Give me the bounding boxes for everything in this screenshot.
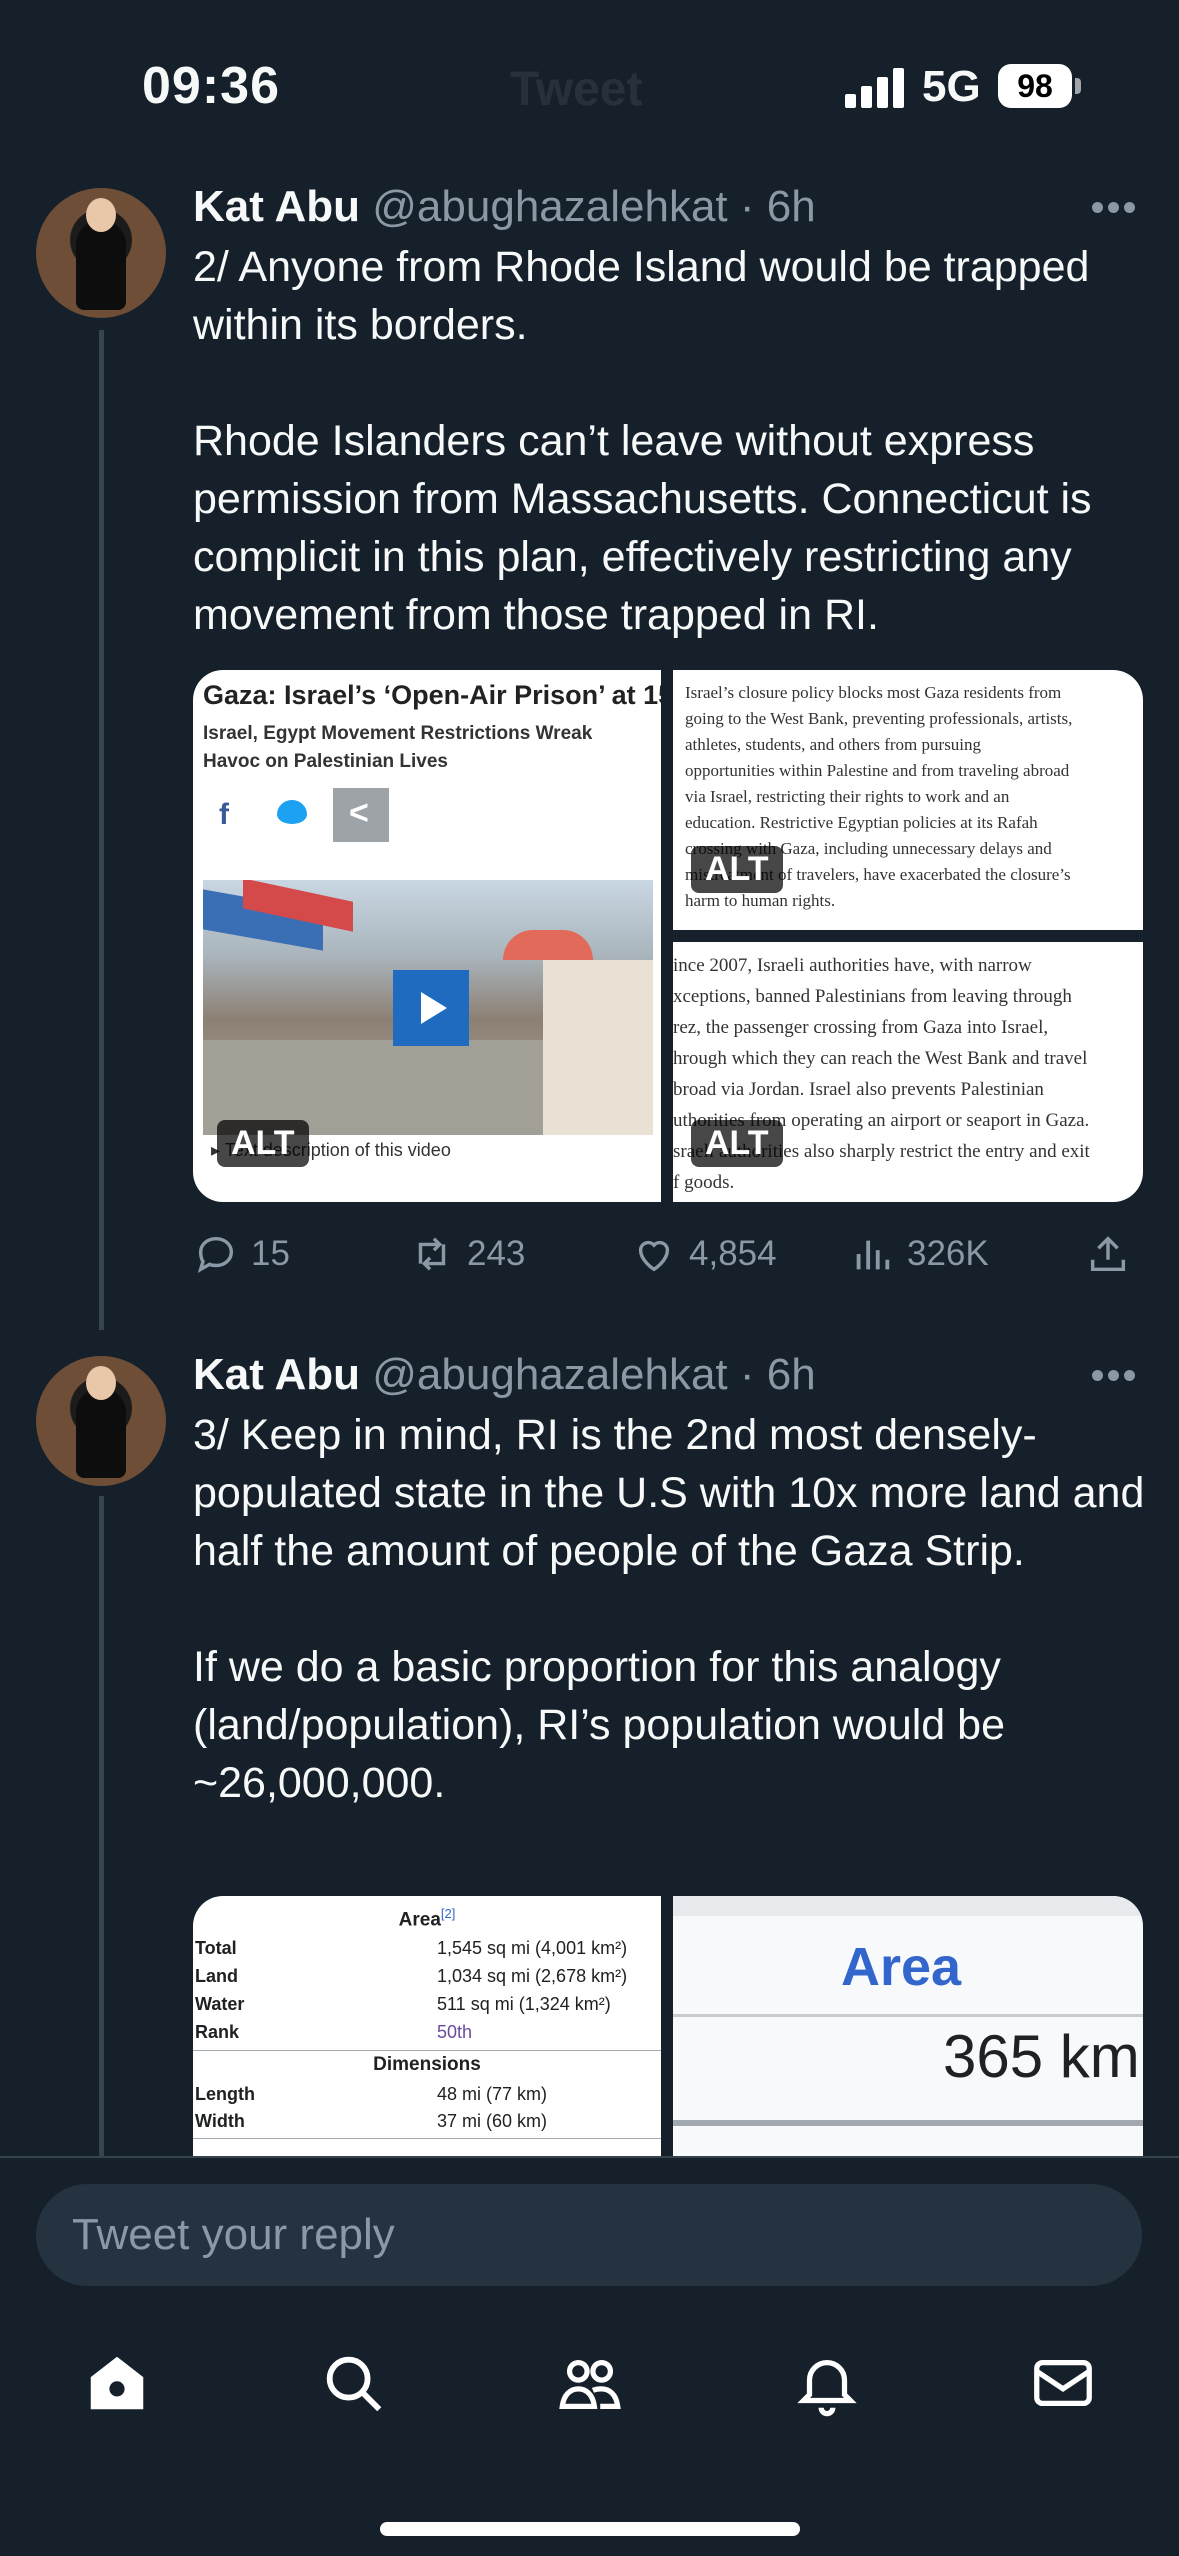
home-indicator[interactable]: [380, 2522, 800, 2536]
home-icon: [90, 2356, 144, 2410]
reply-icon: [197, 1236, 234, 1273]
alt-badge[interactable]: ALT: [217, 1120, 309, 1167]
twitter-bird-icon: [277, 800, 307, 824]
tweet-actions: 15 243 4,854 326K: [193, 1224, 1143, 1284]
tab-search[interactable]: [318, 2348, 388, 2418]
messages-icon: [1034, 2359, 1092, 2407]
article-subtitle: Israel, Egypt Movement Restrictions Wrea…: [203, 723, 593, 772]
media-excerpt-1[interactable]: Israel’s closure policy blocks most Gaza…: [673, 670, 1143, 930]
area-heading: Area: [841, 1937, 962, 1997]
area-value: 365 km: [943, 2023, 1140, 2090]
notifications-icon: [797, 2359, 857, 2417]
share-icon: [333, 788, 389, 842]
more-options-icon[interactable]: [1092, 202, 1136, 216]
tweet-media-grid[interactable]: Gaza: Israel’s ‘Open-Air Prison’ at 15 I…: [193, 670, 1143, 1202]
tweet-text: 3/ Keep in mind, RI is the 2nd most dens…: [193, 1411, 1145, 1807]
more-options-icon[interactable]: [1092, 1370, 1136, 1384]
article-title: Gaza: Israel’s ‘Open-Air Prison’ at 15: [203, 680, 661, 710]
reply-button[interactable]: 15: [193, 1224, 290, 1284]
avatar[interactable]: [36, 188, 166, 318]
tweet-text: 2/ Anyone from Rhode Island would be tra…: [193, 243, 1092, 639]
thread-line: [99, 1496, 104, 2156]
retweet-count: 243: [467, 1234, 526, 1273]
media-area-closeup[interactable]: Area 365 km: [673, 1896, 1143, 2156]
infobox-header: Area: [398, 1909, 441, 1931]
communities-icon: [559, 2359, 621, 2409]
media-article-screenshot[interactable]: Gaza: Israel’s ‘Open-Air Prison’ at 15 I…: [193, 670, 661, 1202]
author-name[interactable]: Kat Abu: [193, 182, 360, 231]
tab-notifications[interactable]: [792, 2348, 862, 2418]
views-button[interactable]: 326K: [849, 1224, 989, 1284]
like-button[interactable]: 4,854: [631, 1224, 777, 1284]
view-count: 326K: [907, 1234, 989, 1273]
status-bar: Tweet 09:36 5G 98: [0, 0, 1179, 160]
search-icon: [326, 2356, 382, 2412]
media-wikipedia-infobox[interactable]: Area[2] Total 1,545 sq mi (4,001 km²) Lan…: [193, 1896, 661, 2156]
retweet-icon: [418, 1237, 446, 1271]
reply-input[interactable]: Tweet your reply: [36, 2184, 1142, 2286]
facebook-icon: f: [219, 798, 229, 831]
bottom-bar: Tweet your reply: [0, 2156, 1179, 2556]
tab-bar: [0, 2348, 1179, 2448]
tab-messages[interactable]: [1028, 2348, 1098, 2418]
author-name[interactable]: Kat Abu: [193, 1350, 360, 1399]
separator-dot: ·: [727, 1350, 767, 1399]
cellular-signal-icon: [845, 66, 905, 108]
tweet-age[interactable]: 6h: [767, 182, 816, 231]
tweet-header: Kat Abu @abughazalehkat · 6h: [193, 182, 816, 232]
tweet-age[interactable]: 6h: [767, 1350, 816, 1399]
share-icon: [1090, 1236, 1126, 1272]
like-count: 4,854: [689, 1234, 777, 1273]
avatar[interactable]: [36, 1356, 166, 1486]
separator-dot: ·: [727, 182, 767, 231]
play-icon: [393, 970, 469, 1046]
tab-home[interactable]: [82, 2348, 152, 2418]
alt-badge[interactable]: ALT: [691, 1120, 783, 1167]
retweet-button[interactable]: 243: [409, 1224, 525, 1284]
network-type: 5G: [922, 62, 981, 111]
battery-icon: 98: [998, 64, 1081, 108]
infobox-ref[interactable]: [2]: [441, 1906, 455, 1921]
author-handle[interactable]: @abughazalehkat: [372, 182, 727, 231]
tweet-header: Kat Abu @abughazalehkat · 6h: [193, 1350, 816, 1400]
media-excerpt-2[interactable]: ince 2007, Israeli authorities have, wit…: [673, 942, 1143, 1202]
author-handle[interactable]: @abughazalehkat: [372, 1350, 727, 1399]
heart-icon: [638, 1240, 670, 1272]
share-button[interactable]: [1085, 1224, 1143, 1284]
reply-count: 15: [251, 1234, 290, 1273]
thread-line: [99, 330, 104, 1330]
video-thumbnail: [203, 880, 653, 1135]
status-time: 09:36: [142, 57, 280, 115]
tweet-media-grid[interactable]: Area[2] Total 1,545 sq mi (4,001 km²) Lan…: [193, 1896, 1143, 2156]
views-icon: [856, 1240, 890, 1270]
infobox-section: Dimensions: [373, 2054, 481, 2075]
alt-badge[interactable]: ALT: [691, 846, 783, 893]
tab-communities[interactable]: [555, 2348, 625, 2418]
